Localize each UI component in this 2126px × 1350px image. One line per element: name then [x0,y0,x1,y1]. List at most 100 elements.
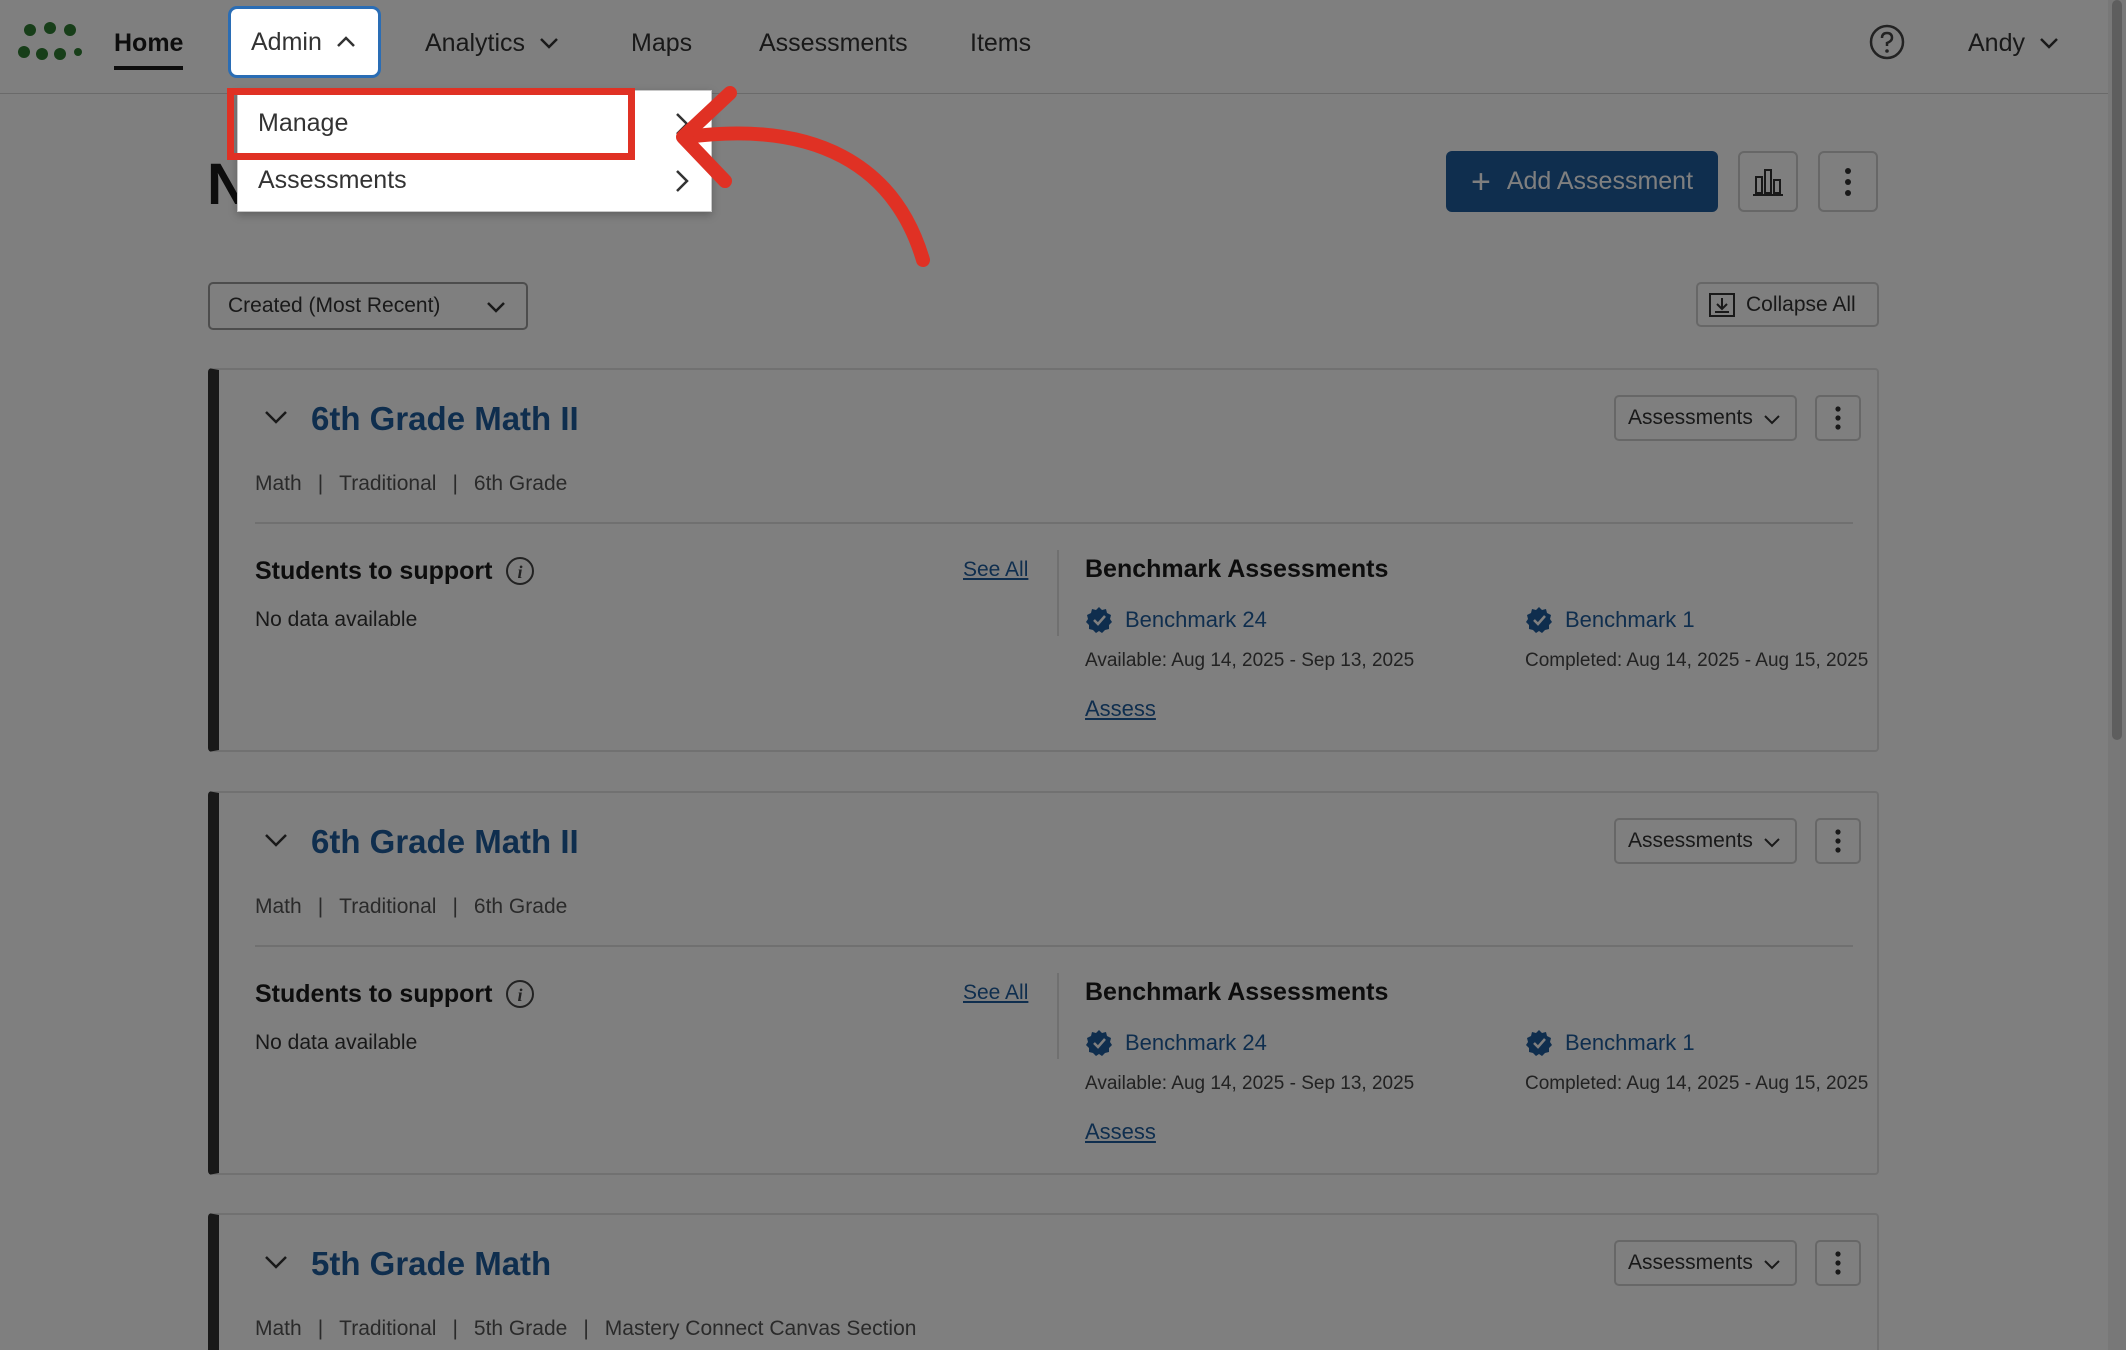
assessments-dropdown[interactable]: Assessments [1614,1240,1797,1286]
benchmark-name: Benchmark 24 [1125,607,1267,632]
sort-select[interactable]: Created (Most Recent) [208,282,528,330]
chevron-down-icon [2040,38,2058,49]
chevron-down-icon [540,38,558,49]
user-name: Andy [1968,28,2025,57]
class-card: 6th Grade Math II Math | Traditional | 6th… [208,368,1879,752]
benchmark-assessments-heading: Benchmark Assessments [1085,978,1389,1006]
meta-type: Traditional [339,1317,437,1340]
svg-text:i: i [518,562,523,582]
chevron-down-icon [1764,1260,1780,1270]
page-scrollbar[interactable] [2108,0,2126,1350]
benchmark-name: Benchmark 1 [1565,1030,1695,1055]
students-to-support-label: Students to support [255,979,493,1008]
user-menu[interactable]: Andy [1968,0,2059,86]
assess-link[interactable]: Assess [1085,1119,1156,1145]
see-all-link[interactable]: See All [963,981,1028,1005]
add-assessment-button[interactable]: + Add Assessment [1446,151,1718,212]
collapse-all-button[interactable]: Collapse All [1696,282,1879,327]
benchmark-link[interactable]: Benchmark 1 [1525,1029,1695,1057]
assess-link[interactable]: Assess [1085,696,1156,722]
class-meta: Math | Traditional | 6th Grade [255,472,568,495]
more-vertical-icon [1845,167,1851,196]
chevron-up-icon [336,36,355,47]
chevron-down-icon[interactable] [264,410,288,424]
assessments-dropdown[interactable]: Assessments [1614,818,1797,864]
app-logo-icon[interactable] [18,20,82,64]
nav-items-label: Items [970,28,1032,57]
nav-admin[interactable]: Admin [228,6,381,78]
collapse-icon [1709,292,1735,317]
benchmark-link[interactable]: Benchmark 24 [1085,1029,1267,1057]
menu-item-assessments[interactable]: Assessments [238,151,713,209]
nav-maps[interactable]: Maps [631,0,692,86]
assessments-dropdown-label: Assessments [1628,406,1753,429]
scrollbar-thumb[interactable] [2112,0,2122,740]
menu-item-manage[interactable]: Manage [238,94,713,152]
collapse-all-label: Collapse All [1746,292,1856,316]
benchmark-dates: Completed: Aug 14, 2025 - Aug 15, 2025 [1525,1073,1869,1094]
meta-subject: Math [255,895,302,918]
sort-select-value: Created (Most Recent) [228,294,441,317]
meta-type: Traditional [339,895,437,918]
nav-analytics-label: Analytics [425,28,526,57]
vertical-divider [1057,973,1059,1059]
menu-item-manage-label: Manage [258,108,349,137]
help-icon[interactable] [1869,24,1905,60]
info-icon[interactable]: i [504,978,536,1010]
no-data-text: No data available [255,608,418,631]
class-title-link[interactable]: 6th Grade Math II [311,823,579,861]
nav-home[interactable]: Home [114,0,184,86]
class-title-link[interactable]: 6th Grade Math II [311,400,579,438]
assessments-dropdown-label: Assessments [1628,829,1753,852]
nav-assessments-label: Assessments [759,28,908,57]
benchmark-dates: Available: Aug 14, 2025 - Sep 13, 2025 [1085,1073,1415,1094]
verified-badge-icon [1086,607,1112,633]
chevron-down-icon[interactable] [264,1255,288,1269]
meta-type: Traditional [339,472,437,495]
assessments-dropdown-label: Assessments [1628,1251,1753,1274]
divider [255,522,1853,524]
class-card: 6th Grade Math II Math | Traditional | 6th… [208,791,1879,1175]
chevron-down-icon [487,302,505,313]
menu-item-assessments-label: Assessments [258,165,407,194]
class-meta: Math | Traditional | 5th Grade | Mastery Co… [255,1317,917,1340]
benchmark-assessments-heading: Benchmark Assessments [1085,555,1389,583]
benchmark-dates: Available: Aug 14, 2025 - Sep 13, 2025 [1085,650,1415,671]
assessments-dropdown[interactable]: Assessments [1614,395,1797,441]
class-meta: Math | Traditional | 6th Grade [255,895,568,918]
divider [255,945,1853,947]
students-to-support-heading: Students to support i [255,978,536,1010]
card-more-button[interactable] [1815,818,1861,864]
class-card: 5th Grade Math Math | Traditional | 5th Gr… [208,1213,1879,1350]
chevron-right-icon [676,113,689,135]
chevron-down-icon[interactable] [264,833,288,847]
nav-home-label: Home [114,28,184,57]
card-more-button[interactable] [1815,395,1861,441]
nav-items[interactable]: Items [970,0,1031,86]
nav-admin-label: Admin [251,27,322,56]
bar-chart-icon [1753,168,1783,196]
meta-grade: 6th Grade [473,895,568,918]
class-title-link[interactable]: 5th Grade Math [311,1245,551,1283]
benchmark-link[interactable]: Benchmark 1 [1525,606,1695,634]
benchmark-name: Benchmark 24 [1125,1030,1267,1055]
more-vertical-icon [1835,1251,1841,1275]
see-all-link[interactable]: See All [963,558,1028,582]
nav-assessments[interactable]: Assessments [759,0,908,86]
meta-grade: 6th Grade [473,472,568,495]
meta-subject: Math [255,472,302,495]
svg-text:i: i [518,985,523,1005]
nav-analytics[interactable]: Analytics [425,0,559,86]
card-more-button[interactable] [1815,1240,1861,1286]
benchmark-name: Benchmark 1 [1565,607,1695,632]
verified-badge-icon [1086,1030,1112,1056]
benchmark-link[interactable]: Benchmark 24 [1085,606,1267,634]
nav-maps-label: Maps [631,28,693,57]
info-icon[interactable]: i [504,555,536,587]
meta-subject: Math [255,1317,302,1340]
chevron-down-icon [1764,415,1780,425]
more-vertical-icon [1835,829,1841,853]
more-options-button[interactable] [1818,151,1878,212]
add-assessment-label: Add Assessment [1506,167,1694,195]
chart-view-button[interactable] [1738,151,1798,212]
